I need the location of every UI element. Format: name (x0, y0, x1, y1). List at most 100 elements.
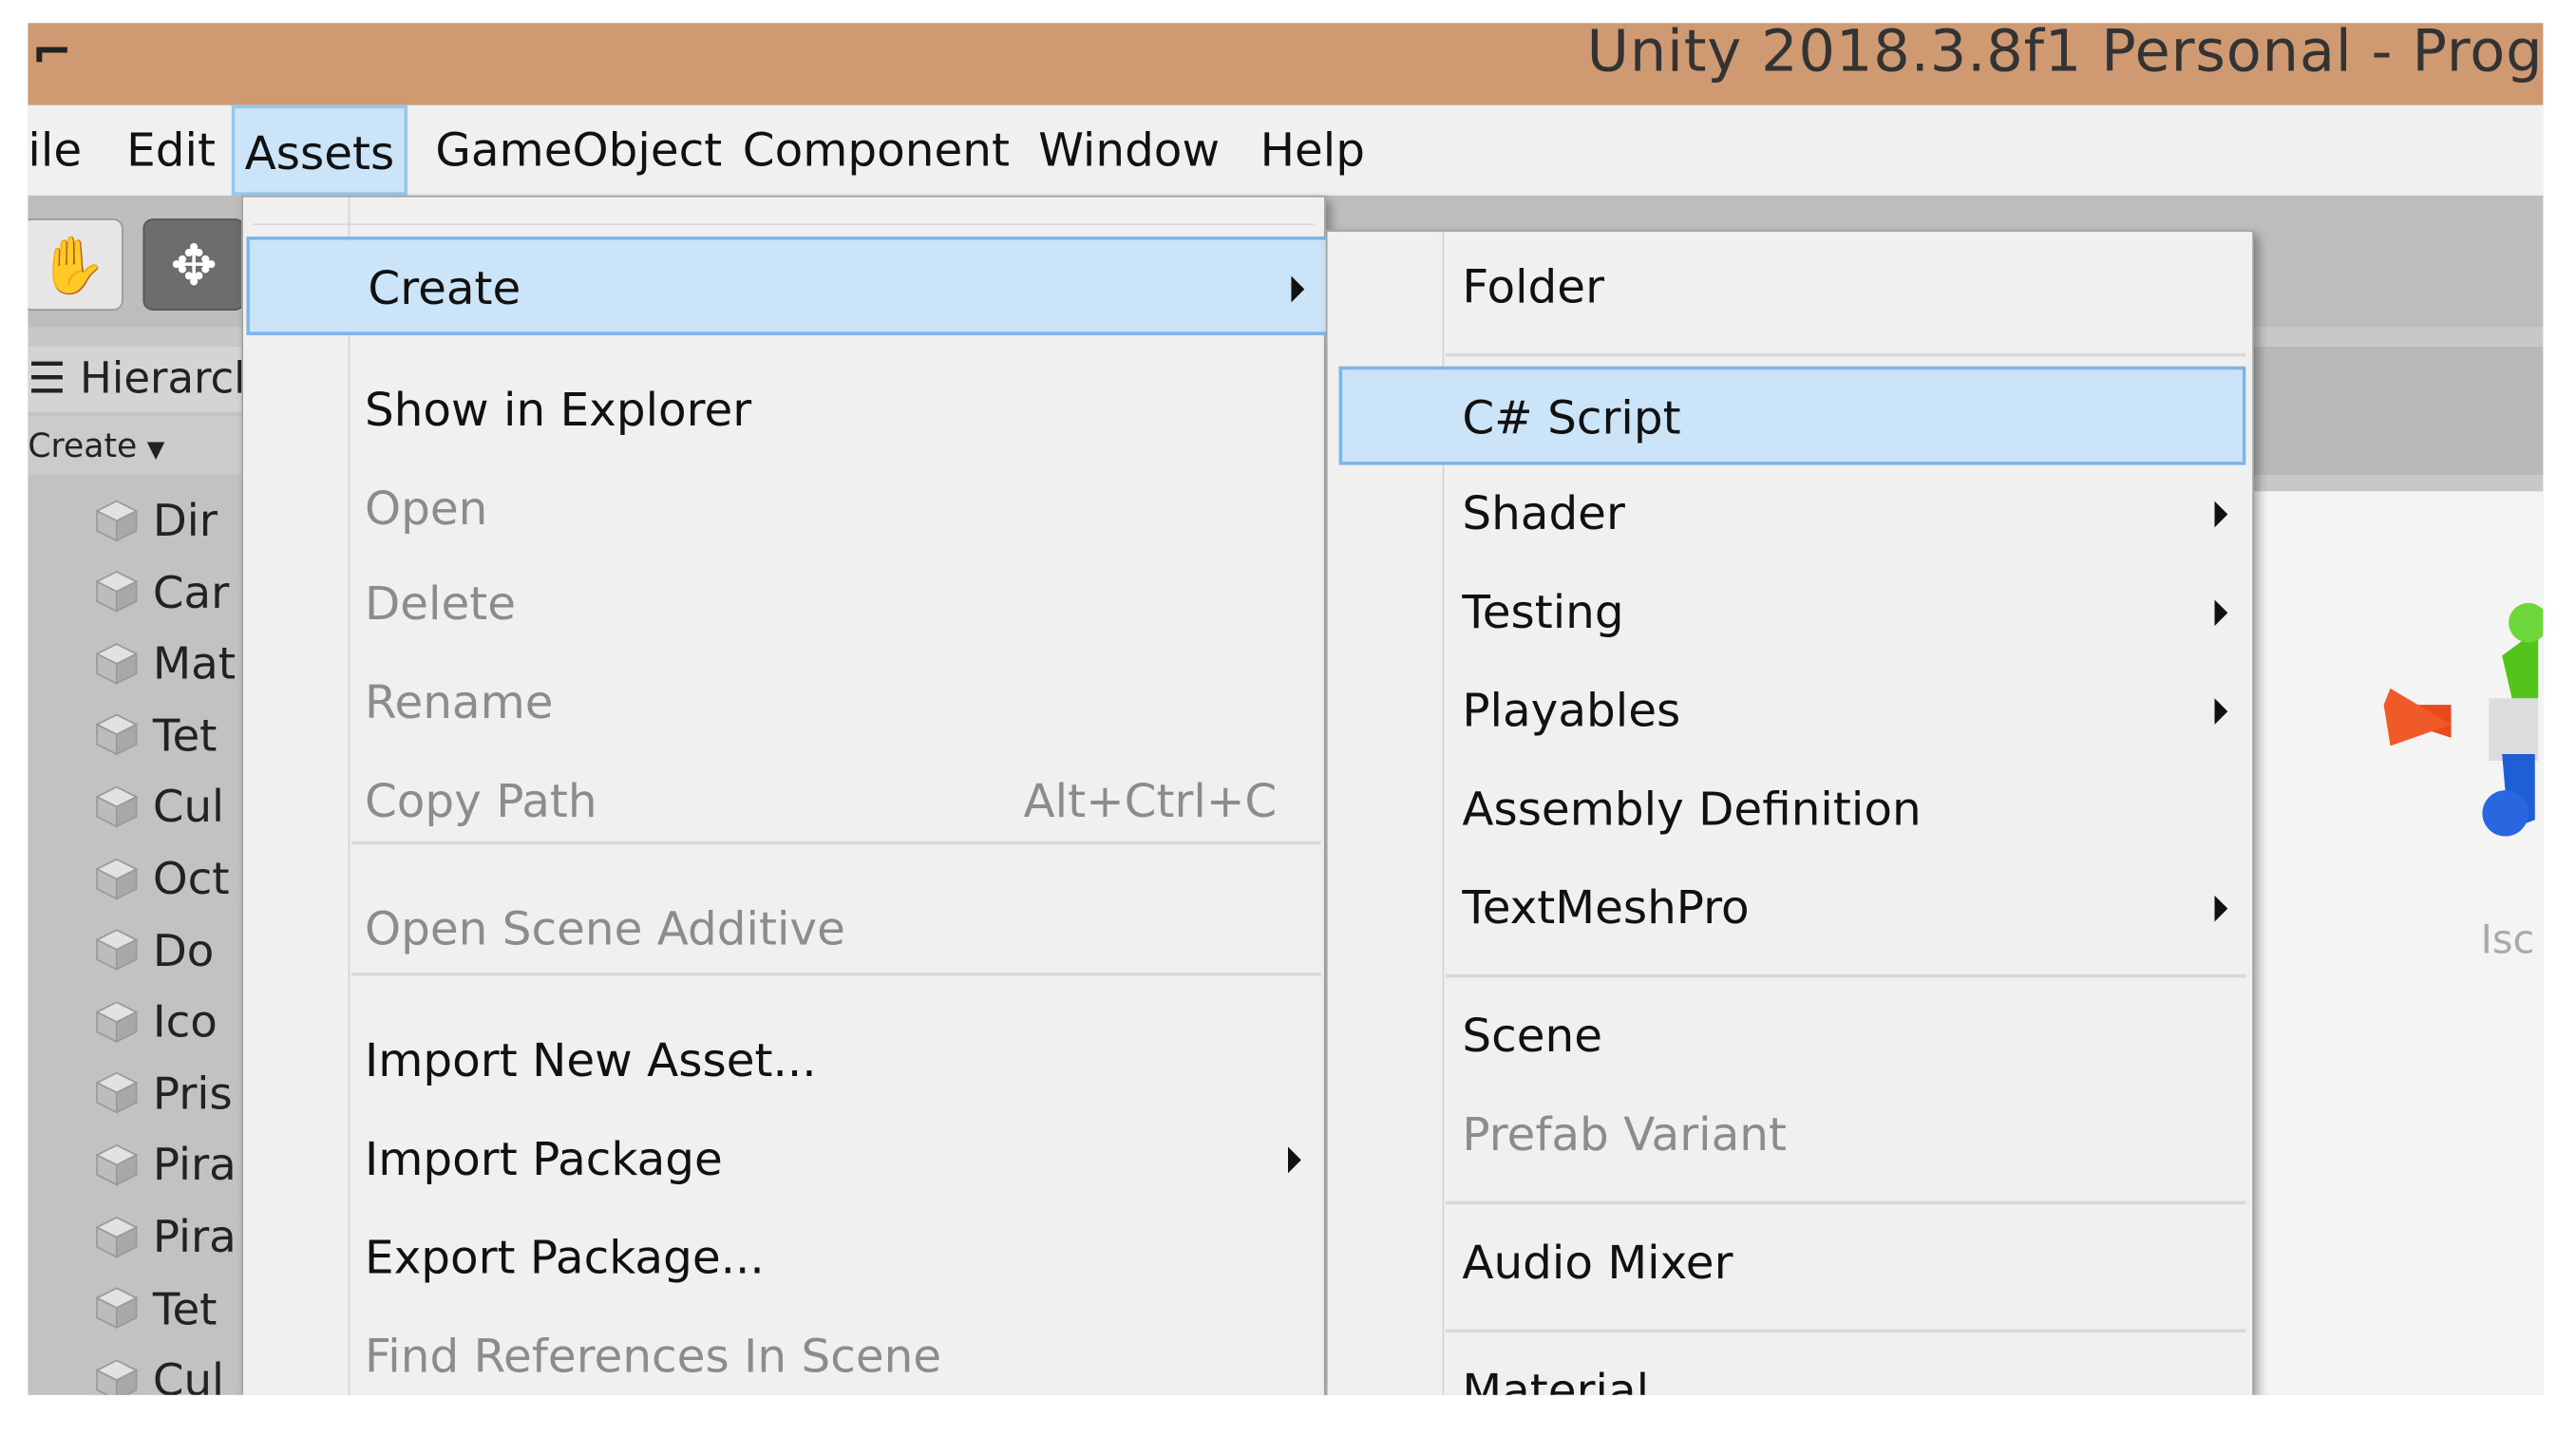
hierarchy-item-label: Oct (152, 854, 230, 906)
create-menu-item-prefab-variant[interactable]: Prefab Variant (1328, 1086, 2253, 1185)
menu-separator (1446, 352, 2246, 357)
hierarchy-item[interactable]: Tet (94, 705, 218, 770)
submenu-arrow-icon (2214, 501, 2228, 528)
assets-menu-item-create[interactable]: Create (246, 236, 1335, 335)
assets-menu: Create Show in Explorer Open Delete Rename Co… (241, 195, 1335, 1395)
menu-file[interactable]: ile (28, 105, 82, 196)
move-tool-button[interactable]: ✥ (142, 218, 245, 311)
hierarchy-item[interactable]: Oct (94, 848, 230, 914)
menu-separator (351, 841, 1321, 845)
hierarchy-item[interactable]: Tet (94, 1277, 217, 1343)
create-menu-item-assembly-definition[interactable]: Assembly Definition (1328, 761, 2253, 860)
dropdown-arrow-icon: ▼ (146, 437, 165, 463)
gameobject-cube-icon (95, 571, 139, 614)
hierarchy-create-dropdown[interactable]: Create ▼ (28, 415, 242, 475)
hierarchy-item[interactable]: Pira (94, 1134, 237, 1200)
assets-menu-item-delete[interactable]: Delete (243, 556, 1324, 654)
create-menu-item-scene[interactable]: Scene (1328, 988, 2253, 1086)
hierarchy-item-label: Cul (152, 1355, 225, 1395)
assets-menu-item-find-references-in-scene[interactable]: Find References In Scene (243, 1308, 1324, 1395)
create-menu-item-label: Assembly Definition (1462, 782, 1922, 837)
assets-menu-item-label: Copy Path (364, 773, 597, 828)
hierarchy-item[interactable]: Cul (94, 1350, 224, 1395)
create-menu-item-material[interactable]: Material (1328, 1342, 2253, 1395)
hierarchy-item-label: Mat (152, 639, 237, 690)
menu-separator (1446, 973, 2246, 978)
hierarchy-item-label: Car (152, 567, 230, 619)
assets-menu-item-label: Show in Explorer (364, 383, 752, 438)
assets-menu-item-copy-path[interactable]: Copy Path Alt+Ctrl+C (243, 752, 1324, 851)
create-menu-item-textmeshpro[interactable]: TextMeshPro (1328, 860, 2253, 958)
gameobject-cube-icon (95, 499, 139, 541)
submenu-arrow-icon (1287, 1146, 1301, 1174)
hierarchy-item[interactable]: Ico (94, 992, 218, 1057)
submenu-arrow-icon (1291, 275, 1305, 303)
gameobject-cube-icon (95, 642, 139, 685)
create-menu-item-label: TextMeshPro (1462, 880, 1750, 935)
menu-assets[interactable]: Assets (231, 104, 407, 196)
gameobject-cube-icon (95, 929, 139, 972)
assets-menu-item-label: Create (368, 261, 521, 316)
hierarchy-item-label: Pira (152, 1212, 237, 1264)
menu-help[interactable]: Help (1260, 105, 1365, 196)
hierarchy-title: Hierarch (80, 354, 261, 405)
menu-gameobject[interactable]: GameObject (435, 105, 722, 196)
menu-window[interactable]: Window (1038, 105, 1220, 196)
create-submenu: Folder C# Script Shader Testing Playables Ass… (1325, 230, 2254, 1395)
gameobject-cube-icon (95, 1287, 139, 1330)
hierarchy-item-label: Ico (152, 997, 218, 1049)
move-tool-icon: ✥ (170, 233, 218, 299)
create-menu-item-label: Material (1462, 1363, 1650, 1395)
assets-menu-item-open[interactable]: Open (243, 460, 1324, 558)
create-menu-item-audio-mixer[interactable]: Audio Mixer (1328, 1214, 2253, 1313)
hierarchy-item[interactable]: Car (94, 561, 230, 627)
assets-menu-item-label: Rename (364, 675, 554, 730)
gameobject-cube-icon (95, 1216, 139, 1257)
hierarchy-item-label: Cul (152, 783, 225, 834)
iso-label: Isc (2480, 916, 2535, 963)
assets-menu-item-rename[interactable]: Rename (243, 654, 1324, 753)
create-menu-item-c-script[interactable]: C# Script (1338, 366, 2246, 465)
create-menu-item-shader[interactable]: Shader (1328, 465, 2253, 564)
title-bar: ⌐ Unity 2018.3.8f1 Personal - Prog (28, 23, 2544, 105)
unity-logo-icon: ⌐ (30, 24, 73, 83)
scene-toolbar (2245, 347, 2544, 475)
assets-menu-item-label: Find References In Scene (364, 1329, 942, 1384)
assets-menu-item-label: Open Scene Additive (364, 901, 845, 956)
hierarchy-item-label: Tet (152, 710, 218, 763)
menu-edit[interactable]: Edit (126, 105, 216, 196)
create-menu-item-label: Audio Mixer (1462, 1235, 1733, 1291)
hierarchy-header[interactable]: ☰ Hierarch (28, 347, 261, 413)
hand-tool-button[interactable]: ✋ (28, 218, 123, 311)
hierarchy-item[interactable]: Pira (94, 1206, 237, 1272)
assets-menu-item-label: Delete (364, 576, 517, 632)
hand-tool-icon: ✋ (37, 233, 107, 299)
menu-separator (351, 973, 1321, 976)
hierarchy-item-label: Dir (152, 496, 218, 548)
gameobject-cube-icon (95, 1072, 139, 1115)
assets-menu-item-open-scene-additive[interactable]: Open Scene Additive (243, 880, 1324, 979)
hierarchy-item-label: Pira (152, 1141, 237, 1192)
gameobject-cube-icon (95, 1143, 139, 1186)
hierarchy-item[interactable]: Do (94, 919, 215, 985)
gizmo-center-icon (2489, 698, 2539, 761)
assets-menu-item-import-package[interactable]: Import Package (243, 1110, 1324, 1209)
hierarchy-item[interactable]: Dir (94, 490, 218, 556)
hierarchy-item[interactable]: Cul (94, 776, 224, 841)
hierarchy-item[interactable]: Mat (94, 633, 237, 698)
create-menu-item-folder[interactable]: Folder (1328, 238, 2253, 337)
assets-menu-item-shortcut: Alt+Ctrl+C (1023, 773, 1278, 828)
submenu-arrow-icon (2214, 895, 2228, 922)
window-title: Unity 2018.3.8f1 Personal - Prog (1586, 23, 2544, 85)
hierarchy-item-label: Pris (152, 1068, 233, 1121)
assets-menu-item-show-in-explorer[interactable]: Show in Explorer (243, 362, 1324, 461)
assets-menu-item-import-new-asset[interactable]: Import New Asset... (243, 1012, 1324, 1111)
create-menu-item-label: Testing (1462, 584, 1624, 639)
hierarchy-item[interactable]: Pris (94, 1063, 233, 1128)
assets-menu-item-export-package[interactable]: Export Package... (243, 1209, 1324, 1308)
menu-component[interactable]: Component (743, 105, 1010, 196)
create-menu-item-playables[interactable]: Playables (1328, 662, 2253, 761)
hierarchy-item-label: Do (152, 926, 215, 977)
create-menu-item-testing[interactable]: Testing (1328, 563, 2253, 662)
assets-menu-item-label: Import New Asset... (364, 1033, 817, 1088)
